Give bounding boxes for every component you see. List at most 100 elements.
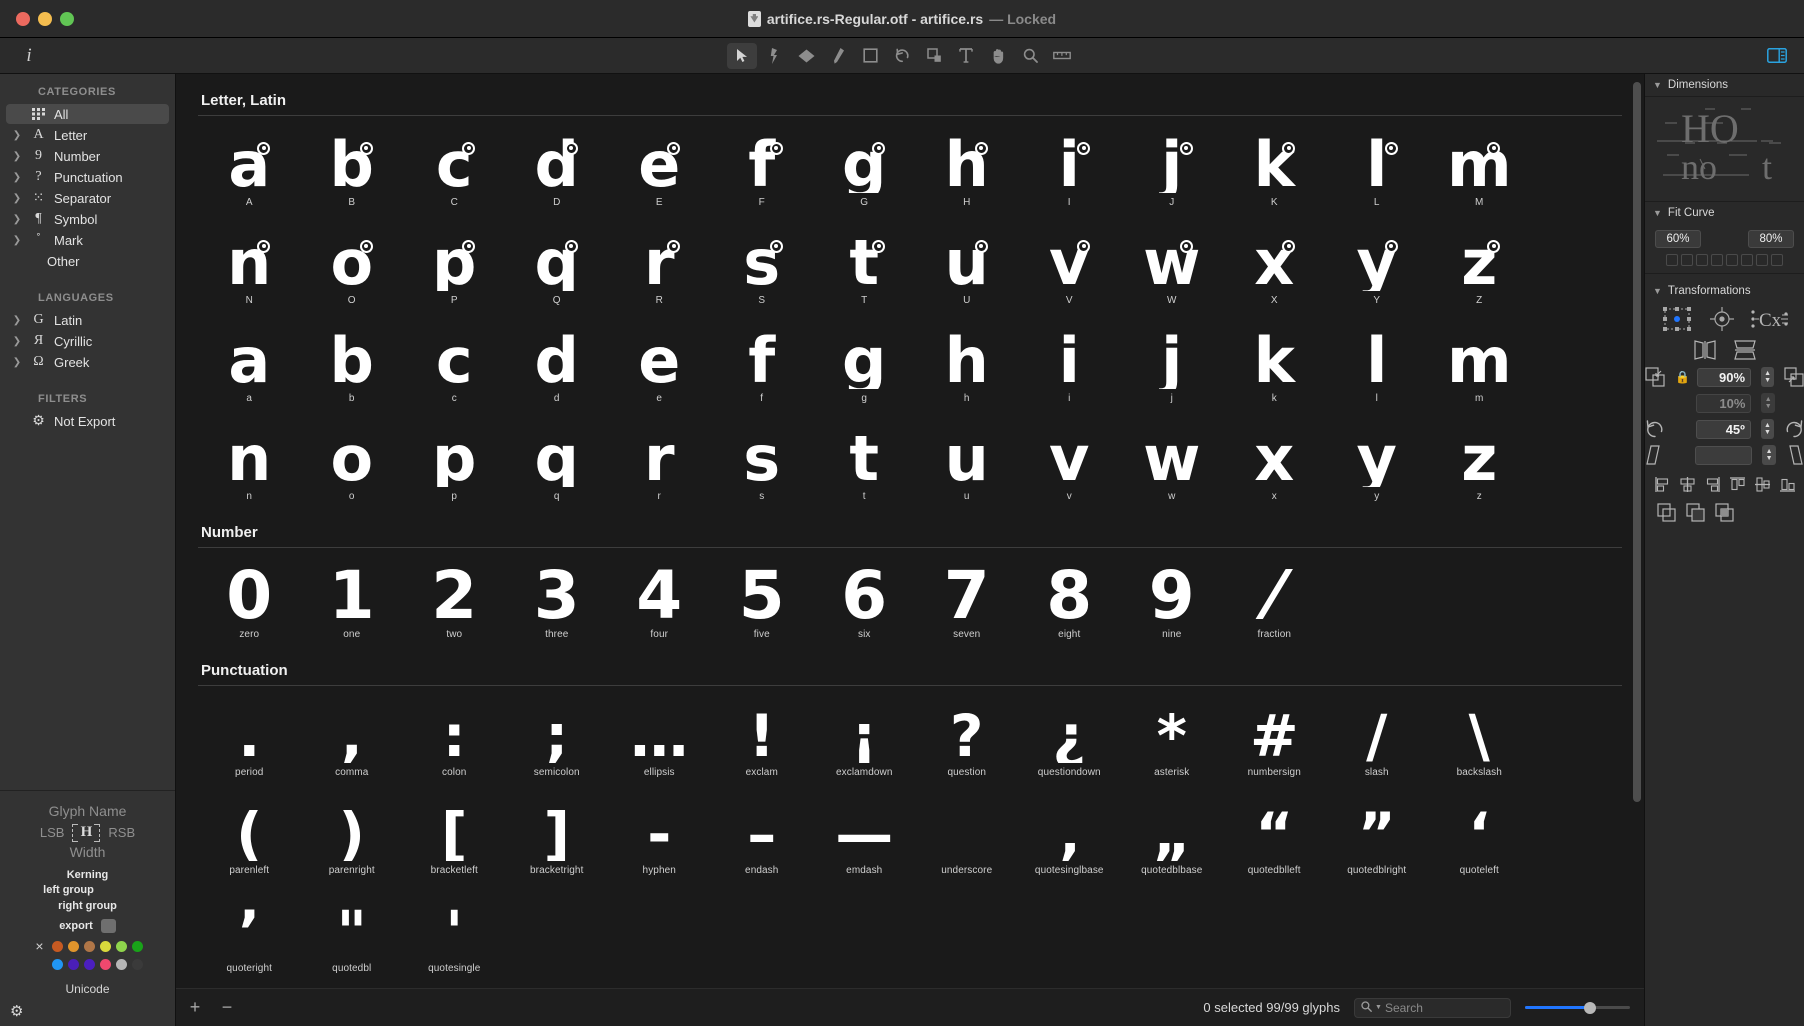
glyph-cell[interactable]: xx: [1223, 414, 1326, 512]
glyph-cell[interactable]: iI: [1018, 120, 1121, 218]
glyph-cell[interactable]: 7 seven: [916, 552, 1019, 650]
align-right-icon[interactable]: [1704, 476, 1721, 493]
gear-icon[interactable]: ⚙: [10, 1002, 23, 1020]
glyph-cell[interactable]: ; semicolon: [506, 690, 609, 788]
glyph-cell[interactable]: dd: [506, 316, 609, 414]
sidebar-item-greek[interactable]: ❯ Ω Greek: [6, 352, 169, 372]
glyph-cell[interactable]: mM: [1428, 120, 1531, 218]
select-tool[interactable]: [727, 42, 757, 69]
glyph-cell[interactable]: zz: [1428, 414, 1531, 512]
glyph-cell[interactable]: rr: [608, 414, 711, 512]
glyph-cell[interactable]: „ quotedblbase: [1121, 788, 1224, 886]
glyph-cell[interactable]: gg: [813, 316, 916, 414]
disclosure-triangle-icon[interactable]: ❯: [11, 214, 23, 225]
glyph-cell[interactable]: ¡ exclamdown: [813, 690, 916, 788]
color-swatch[interactable]: [83, 958, 95, 970]
rotate-ccw-icon[interactable]: [1645, 419, 1665, 439]
glyph-cell[interactable]: qQ: [506, 218, 609, 316]
maximize-button[interactable]: [60, 11, 74, 26]
fit-curve-preset[interactable]: [1741, 254, 1753, 266]
sidebar-item-letter[interactable]: ❯ A Letter: [6, 125, 169, 145]
dimensions-section-header[interactable]: ▼ Dimensions: [1645, 74, 1804, 97]
fit-curve-left-value[interactable]: 60%: [1655, 230, 1701, 248]
slant-left-icon[interactable]: [1645, 445, 1663, 465]
disclosure-triangle-icon[interactable]: ❯: [11, 172, 23, 183]
align-center-h-icon[interactable]: [1679, 476, 1696, 493]
chevron-down-icon[interactable]: ▼: [1375, 1004, 1382, 1011]
glyph-cell[interactable]: ) parenright: [301, 788, 404, 886]
glyph-cell[interactable]: pP: [403, 218, 506, 316]
lsb-label[interactable]: LSB: [40, 825, 65, 840]
glyph-cell[interactable]: vV: [1018, 218, 1121, 316]
glyph-cell[interactable]: … ellipsis: [608, 690, 711, 788]
zoom-slider-knob[interactable]: [1584, 1001, 1597, 1014]
pencil-tool[interactable]: [823, 43, 853, 69]
sidebar-item-number[interactable]: ❯ 9 Number: [6, 146, 169, 166]
rotate-tool[interactable]: [887, 43, 917, 69]
glyph-cell[interactable]: eE: [608, 120, 711, 218]
right-group-field[interactable]: right group: [58, 900, 117, 912]
glyph-cell[interactable]: yY: [1326, 218, 1429, 316]
disclosure-triangle-icon[interactable]: ❯: [11, 357, 23, 368]
glyph-cell[interactable]: ? question: [916, 690, 1019, 788]
slant-field[interactable]: [1694, 445, 1753, 465]
disclosure-triangle-icon[interactable]: ❯: [11, 235, 23, 246]
unicode-field[interactable]: Unicode: [0, 975, 175, 996]
glyph-cell[interactable]: ll: [1326, 316, 1429, 414]
scale-y-field[interactable]: 10%: [1695, 393, 1752, 413]
glyph-cell[interactable]: uu: [916, 414, 1019, 512]
glyph-cell[interactable]: / slash: [1326, 690, 1429, 788]
sidebar-item-symbol[interactable]: ❯ ¶ Symbol: [6, 209, 169, 229]
fit-curve-section-header[interactable]: ▼ Fit Curve: [1645, 202, 1804, 224]
fit-curve-right-value[interactable]: 80%: [1748, 230, 1794, 248]
minimize-button[interactable]: [38, 11, 52, 26]
align-left-icon[interactable]: [1654, 476, 1671, 493]
glyph-cell[interactable]: gG: [813, 120, 916, 218]
glyph-cell[interactable]: ¿ questiondown: [1018, 690, 1121, 788]
glyph-cell[interactable]: – endash: [711, 788, 814, 886]
color-swatch[interactable]: [51, 958, 63, 970]
search-field[interactable]: ▼: [1354, 997, 1540, 1018]
glyph-cell[interactable]: oo: [301, 414, 404, 512]
glyph-cell[interactable]: * asterisk: [1121, 690, 1224, 788]
sidebar-item-cyrillic[interactable]: ❯ Я Cyrillic: [6, 331, 169, 351]
scale-y-stepper[interactable]: ▲ ▼: [1761, 393, 1775, 413]
glyph-cell[interactable]: “ quotedblleft: [1223, 788, 1326, 886]
search-input[interactable]: [1384, 1000, 1540, 1015]
glyph-cell[interactable]: hh: [916, 316, 1019, 414]
align-bottom-icon[interactable]: [1779, 476, 1796, 493]
glyph-cell[interactable]: ee: [608, 316, 711, 414]
info-button[interactable]: i: [18, 45, 40, 67]
color-swatch[interactable]: [115, 940, 127, 952]
add-glyph-button[interactable]: +: [186, 997, 204, 1018]
glyph-cell[interactable]: ss: [711, 414, 814, 512]
glyph-cell[interactable]: 1 one: [301, 552, 404, 650]
glyph-cell[interactable]: oO: [301, 218, 404, 316]
eraser-tool[interactable]: [791, 43, 821, 69]
glyph-cell[interactable]: # numbersign: [1223, 690, 1326, 788]
glyph-cell[interactable]: nn: [198, 414, 301, 512]
flip-horizontal-icon[interactable]: [1692, 339, 1718, 361]
glyph-cell[interactable]: ii: [1018, 316, 1121, 414]
hand-tool[interactable]: [983, 43, 1013, 69]
window-controls[interactable]: [16, 11, 74, 26]
glyph-cell[interactable]: ' quotesingle: [403, 886, 506, 984]
scale-down-icon[interactable]: [1645, 367, 1665, 387]
glyph-cell[interactable]: lL: [1326, 120, 1429, 218]
color-swatch[interactable]: [131, 940, 143, 952]
glyph-cell[interactable]: ‘ quoteleft: [1428, 788, 1531, 886]
color-swatch[interactable]: [131, 958, 143, 970]
transform-origin-icon[interactable]: [1660, 305, 1694, 333]
zoom-slider[interactable]: [1525, 1000, 1630, 1016]
scale-x-stepper[interactable]: ▲ ▼: [1761, 367, 1774, 387]
glyph-cell[interactable]: yy: [1326, 414, 1429, 512]
glyph-cell[interactable]: (parenleft: [198, 788, 301, 886]
fit-curve-preset[interactable]: [1711, 254, 1723, 266]
glyph-cell[interactable]: - hyphen: [608, 788, 711, 886]
glyph-cell[interactable]: _ underscore: [916, 788, 1019, 886]
subtract-icon[interactable]: [1686, 503, 1705, 522]
disclosure-triangle-icon[interactable]: ❯: [11, 336, 23, 347]
close-button[interactable]: [16, 11, 30, 26]
fit-curve-preset[interactable]: [1696, 254, 1708, 266]
glyph-cell[interactable]: pp: [403, 414, 506, 512]
